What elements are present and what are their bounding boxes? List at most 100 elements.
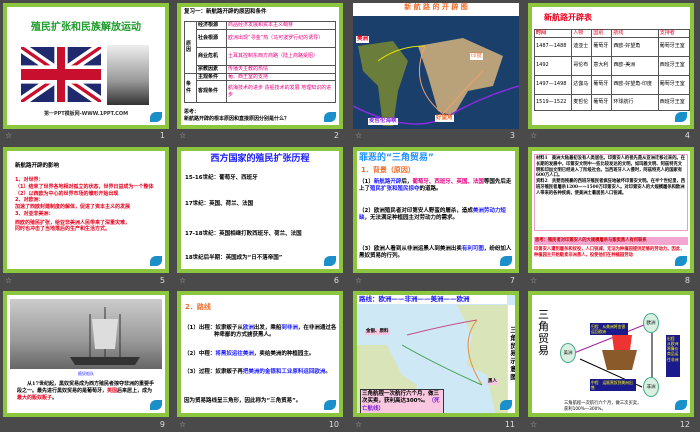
route-2: （2）中程：将黑奴运往美洲，卖给美洲的种植园主。 <box>184 351 339 358</box>
logo-icon <box>675 112 687 122</box>
table-header: 国别 <box>591 29 613 38</box>
logo-icon <box>500 256 512 266</box>
slide-number: 3 <box>509 131 515 140</box>
text-line: 西欧的殖民扩张，给亚非美洲人民带来了深重灾难，同时也冲击了当地落后的生产和生活方… <box>15 219 131 233</box>
table-cell: 宗教因素 <box>196 64 227 74</box>
table-cell: 客观条件 <box>196 80 227 104</box>
star-icon[interactable]: ☆ <box>355 276 362 285</box>
map-label-magellan-strait: 麦哲伦海峡 <box>368 118 398 126</box>
text: （1）出程：奴隶贩子从 <box>184 325 243 331</box>
route-1: （1）出程：奴隶贩子从欧洲出发，乘船到非洲，在非洲通过各种卑鄙的方式掳获黑人。 <box>184 325 339 340</box>
slide-number: 10 <box>328 420 339 429</box>
think-question: 新航路开辟的根本原因和直接原因分别是什么？ <box>184 115 290 122</box>
text: 葡萄牙、西班牙、英国、法国 <box>412 179 484 185</box>
table-cell: 达伽马 <box>571 74 593 95</box>
star-icon[interactable]: ☆ <box>5 131 12 140</box>
text: （2）中程： <box>184 351 216 357</box>
text-line: 17世纪：英国、荷兰、法国 <box>185 201 254 207</box>
text: 。 <box>52 394 58 401</box>
table-cell: 社会根源 <box>196 28 227 48</box>
slave-ship-image <box>10 299 162 369</box>
star-icon[interactable]: ☆ <box>355 420 362 429</box>
star-icon[interactable]: ☆ <box>179 276 186 285</box>
route-3: （3）过程：奴隶贩子再把美洲的金银和工业原料运回欧洲。 <box>184 369 339 376</box>
slide-thumbnail-2[interactable]: 复习一：新航路开辟的原因和条件 原因 经济根源 商品经济发展和资本主义萌芽 社会根源… <box>177 3 343 129</box>
table-cell: 商业危机 <box>196 46 227 66</box>
causes-table: 原因 经济根源 商品经济发展和资本主义萌芽 社会根源 欧洲出现“寻金”热（马可波罗行纪… <box>184 21 336 104</box>
text: （3）过程：奴隶贩子再 <box>184 369 243 375</box>
slide-title: 罪恶的“三角贸易” <box>359 153 434 163</box>
text: 英国 <box>107 387 118 394</box>
slide-number: 4 <box>684 131 690 140</box>
slide-number: 6 <box>333 276 339 285</box>
slide-title: 路线：欧洲——非洲——美洲——欧洲 <box>357 295 507 304</box>
text: 有利可图 <box>461 246 484 252</box>
label-outbound-trip: 出程 从欧洲将廉价商品运往非洲 <box>666 335 680 377</box>
slide-thumbnail-8[interactable]: 材料1 美洲大陆最初没有人类居住。印第安人的祖先是从亚洲迁移过来的。在长期的发展… <box>528 147 694 273</box>
table-cell: 葡萄牙王室 <box>657 74 690 95</box>
slide-number: 8 <box>684 276 690 285</box>
slide-thumbnail-12[interactable]: 三角贸易 欧洲 美洲 非洲 归程 从美洲将金银运回欧洲 出程 从欧洲将廉价商品运… <box>528 291 694 417</box>
slide-thumbnail-7[interactable]: 罪恶的“三角贸易” 1．背景（原因） （1）新航路开辟后，葡萄牙、西班牙、英国、… <box>353 147 519 273</box>
text: 将黑奴运往美洲 <box>215 351 254 357</box>
logo-icon <box>324 112 336 122</box>
slide-body: 1、对世界： （1）结束了世界各地相对孤立的状态，世界日益成为一个整体 （2）以… <box>15 177 165 233</box>
text: 后来居上，成为 <box>117 387 153 394</box>
slide-thumbnail-3[interactable]: 新 航 路 的 开 辟 图 美洲 印度 麦哲伦海峡 好望角 <box>353 3 519 129</box>
star-icon[interactable]: ☆ <box>179 131 186 140</box>
slide-thumbnail-1[interactable]: 殖民扩张和民族解放运动 第一PPT模板网-WWW.1PPT.COM <box>3 3 169 129</box>
text: 的道路。 <box>419 186 442 193</box>
table-cell: 葡萄牙 <box>591 74 613 95</box>
answer-text: 印第安人遭到屠杀和奴役，人口锐减，无法为种植园提供足够的劳动力。因此，种植园主开… <box>534 247 685 258</box>
table-cell: 西班牙王室 <box>657 55 690 76</box>
table-cell: 航海技术的进步 造船技术的发展 地理知识的进步 <box>226 80 336 104</box>
star-icon[interactable]: ☆ <box>179 420 186 429</box>
table-cell: 主观条件 <box>196 72 227 82</box>
map-tag-black-people: 黑人 <box>487 379 498 386</box>
node-africa: 非洲 <box>643 377 659 397</box>
logo-icon <box>150 400 162 410</box>
table-cell: 1487—1488 <box>533 36 573 57</box>
text: 欧洲 <box>242 325 254 331</box>
text: 新航路开辟 <box>373 179 402 185</box>
slide-number: 12 <box>679 420 690 429</box>
slide-thumbnail-10[interactable]: 2．路线 （1）出程：奴隶贩子从欧洲出发，乘船到非洲，在非洲通过各种卑鄙的方式掳… <box>177 291 343 417</box>
star-icon[interactable]: ☆ <box>530 420 537 429</box>
text: ，无法满足种植园主对劳动力的需求。 <box>364 215 459 222</box>
text-line: 15-16世纪：葡萄牙、西班牙 <box>185 175 258 181</box>
text-line: 2、对欧洲： <box>15 197 44 204</box>
text: （2）欧洲殖民者对印第安人野蛮的屠杀，造成 <box>359 208 473 214</box>
text-line: （1）结束了世界各地相对孤立的状态，世界日益成为一个整体 <box>15 183 154 190</box>
text-line: 加速了西欧封建制度的解体，促进了资本主义的发展 <box>15 204 131 210</box>
star-icon[interactable]: ☆ <box>5 276 12 285</box>
table-cell: 意大利 <box>591 55 613 76</box>
node-america: 美洲 <box>560 343 576 363</box>
slide-thumbnail-5[interactable]: 新航路开辟的影响 1、对世界： （1）结束了世界各地相对孤立的状态，世界日益成为… <box>3 147 169 273</box>
portrait-image <box>107 45 149 105</box>
map-label-india: 印度 <box>470 53 484 61</box>
think-question: 思考：殖民者对印第安人的大规模屠杀与贩卖黑人有何联系 <box>534 237 688 245</box>
group-label: 原因 <box>184 21 197 74</box>
logo-icon <box>150 112 162 122</box>
material-1: 材料1 美洲大陆最初没有人类居住。印第安人的祖先是从亚洲迁移过来的。在长期的发展… <box>536 156 686 179</box>
text-line: 17-18世纪：英国相继打败西班牙、荷兰、法国 <box>185 231 302 237</box>
slide-title: 2．路线 <box>185 303 211 311</box>
note-text: 三角航程一次航行六个月，做三次买卖，获利100%—300%。 <box>564 401 642 412</box>
slide-thumbnail-6[interactable]: 西方国家的殖民扩张历程 15-16世纪：葡萄牙、西班牙 17世纪：英国、荷兰、法… <box>177 147 343 273</box>
slide-thumbnail-4[interactable]: 新航路开辟表 时间 人物 国别 航线 支持者 1487—1488 迪亚士 葡萄牙 西欧-好望角… <box>528 3 694 129</box>
slide-title: 复习一：新航路开辟的原因和条件 <box>184 9 267 15</box>
world-map-image <box>353 38 519 126</box>
star-icon[interactable]: ☆ <box>530 131 537 140</box>
text: （1） <box>359 179 374 185</box>
star-icon[interactable]: ☆ <box>530 276 537 285</box>
slide-thumbnail-9[interactable]: 贩奴船队 从17世纪起，黑奴贸易成为西方殖民者掠夺非洲的重要手段之一。最先进行黑… <box>3 291 169 417</box>
map-label-cape-good-hope: 好望角 <box>435 115 454 123</box>
think-label: 思考： <box>184 109 200 115</box>
table-header: 支持者 <box>657 29 690 38</box>
node-europe: 欧洲 <box>643 313 659 333</box>
slide-thumbnail-11[interactable]: 路线：欧洲——非洲——美洲——欧洲 金银、原料 黑人 三角贸易示意图 三角航程一… <box>353 291 519 417</box>
paragraph-3: （3）欧洲人看到从非洲运黑人到美洲出卖有利可图，纷纷加人黑奴贸易的行列。 <box>359 246 514 261</box>
table-header: 时间 <box>533 29 573 38</box>
star-icon[interactable]: ☆ <box>355 131 362 140</box>
table-cell: 葡萄牙王室 <box>657 36 690 57</box>
